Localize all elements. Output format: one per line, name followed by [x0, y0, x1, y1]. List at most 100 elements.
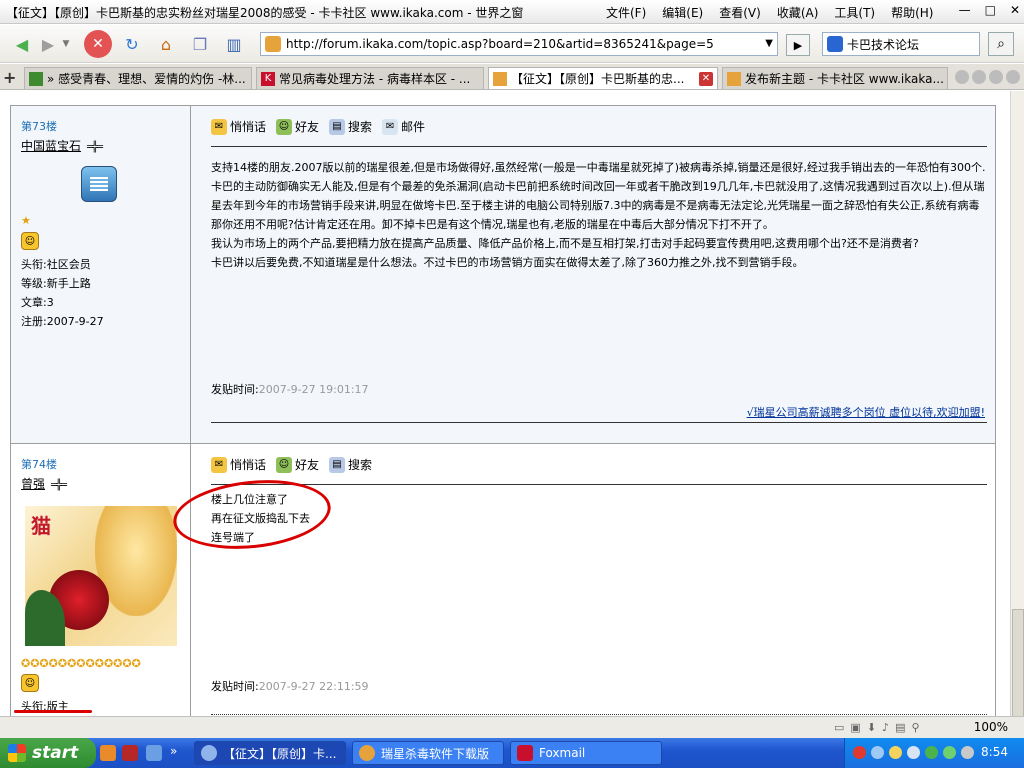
friend-icon: ☺ — [276, 118, 293, 135]
menu-view[interactable]: 查看(V) — [719, 4, 761, 21]
friend-button[interactable]: ☺ 好友 — [276, 456, 319, 473]
user-article-count: 文章:3 — [21, 296, 54, 309]
vertical-scrollbar[interactable] — [1010, 91, 1024, 759]
new-tab-icon[interactable]: + — [3, 68, 16, 87]
back-arrow-icon[interactable]: ◀ — [8, 30, 36, 58]
search-field[interactable]: 卡巴技术论坛 — [822, 32, 980, 56]
address-bar[interactable]: http://forum.ikaka.com/topic.asp?board=2… — [260, 32, 778, 56]
tab-label: 常见病毒处理方法 - 病毒样本区 - ... — [279, 72, 471, 86]
status-bar: ▭ ▣ ⬇ ♪ ▤ ⚲ 100% — [0, 716, 1024, 738]
go-button[interactable]: ▶ — [786, 34, 810, 56]
tab-current-article[interactable]: 【征文】【原创】卡巴斯基的忠... ✕ — [488, 67, 718, 89]
foxmail-icon — [517, 745, 533, 761]
task-foxmail[interactable]: Foxmail — [510, 741, 662, 765]
quicklaunch-desktop-icon[interactable] — [146, 745, 162, 761]
close-tab-icon[interactable]: ✕ — [699, 71, 713, 86]
tray-antivirus-icon[interactable] — [925, 746, 938, 759]
tab-forum-post-1[interactable]: » 感受青春、理想、爱情的灼伤 -林... — [24, 67, 252, 89]
maximize-button[interactable]: □ — [985, 3, 996, 17]
address-dropdown-icon[interactable]: ▼ — [765, 38, 773, 49]
avatar-caption: 猫 — [31, 514, 51, 538]
home-icon[interactable]: ⌂ — [152, 30, 180, 58]
screenshot-icon[interactable]: ▤ — [895, 721, 905, 734]
user-register-date: 注册:2007-9-27 — [21, 315, 104, 328]
divider — [211, 146, 987, 147]
tray-misc-icon[interactable] — [961, 746, 974, 759]
search-doc-icon: ▤ — [329, 456, 346, 473]
whisper-button[interactable]: ✉ 悄悄话 — [211, 118, 266, 135]
quicklaunch-more-icon[interactable]: » — [170, 744, 177, 758]
forum-post: 第74楼 曾强 ═╬═ 猫 ✪✪✪✪✪✪✪✪✪✪✪✪✪ ☺ 头衔:版主 ✉ 悄悄话 … — [10, 443, 996, 716]
task-browser[interactable]: 【征文】【原创】卡... — [194, 741, 346, 765]
task-rising-download[interactable]: 瑞星杀毒软件下载版 — [352, 741, 504, 765]
post-author-panel: 第73楼 中国蓝宝石 ═╬═ ★ ☺ 头衔:社区会员 等级:新手上路 文章:3 注… — [11, 106, 191, 444]
restore-tab-icon[interactable]: ❐ — [186, 30, 214, 58]
tray-status-icon[interactable] — [943, 746, 956, 759]
username-link[interactable]: 曾强 ═╬═ — [21, 475, 67, 492]
search-input[interactable]: 卡巴技术论坛 — [847, 36, 919, 53]
tray-app-icon[interactable] — [853, 746, 866, 759]
whisper-icon: ✉ — [211, 118, 227, 135]
sound-icon[interactable]: ♪ — [882, 721, 889, 734]
menu-tools[interactable]: 工具(T) — [834, 4, 875, 21]
window-titlebar: 【征文】【原创】卡巴斯基的忠实粉丝对瑞星2008的感受 - 卡卡社区 www.i… — [0, 0, 1024, 24]
post-paragraph: 我认为市场上的两个产品,要把精力放在提高产品质量、降低产品价格上,而不是互相打架… — [211, 237, 919, 250]
image-icon[interactable]: ▣ — [850, 721, 860, 734]
windows-logo-icon — [8, 744, 26, 762]
page-icon[interactable]: ▭ — [834, 721, 844, 734]
window-title: 【征文】【原创】卡巴斯基的忠实粉丝对瑞星2008的感受 - 卡卡社区 www.i… — [6, 6, 524, 20]
download-icon[interactable]: ⬇ — [867, 721, 876, 734]
star-rating-icon: ✪✪✪✪✪✪✪✪✪✪✪✪✪ — [21, 657, 141, 670]
close-window-button[interactable]: ✕ — [1010, 3, 1020, 17]
tab-next-icon[interactable] — [989, 70, 1003, 84]
zoom-level[interactable]: 100% — [974, 720, 1008, 734]
user-avatar-icon — [81, 166, 117, 202]
online-status-icon: ═╬═ — [87, 142, 103, 153]
tray-security-icon[interactable] — [889, 746, 902, 759]
post-time: 发贴时间:2007-9-27 22:11:59 — [211, 680, 369, 693]
tab-menu-icon[interactable] — [1006, 70, 1020, 84]
menu-file[interactable]: 文件(F) — [606, 4, 646, 21]
tray-network-icon[interactable] — [871, 746, 884, 759]
mail-icon: ✉ — [382, 118, 399, 135]
star-rating-icon: ★ — [21, 214, 31, 227]
tab-label: 发布新主题 - 卡卡社区 www.ikaka... — [745, 72, 944, 86]
search-posts-button[interactable]: ▤ 搜索 — [329, 456, 372, 473]
refresh-icon[interactable]: ↻ — [118, 30, 146, 58]
tab-list-icon[interactable] — [955, 70, 969, 84]
quicklaunch-app-icon[interactable] — [122, 745, 138, 761]
whisper-button[interactable]: ✉ 悄悄话 — [211, 456, 266, 473]
tab-virus-methods[interactable]: K 常见病毒处理方法 - 病毒样本区 - ... — [256, 67, 484, 89]
tab-bar: + » 感受青春、理想、爱情的灼伤 -林... K 常见病毒处理方法 - 病毒样… — [0, 64, 1024, 90]
menu-favorites[interactable]: 收藏(A) — [777, 4, 819, 21]
friend-button[interactable]: ☺ 好友 — [276, 118, 319, 135]
post-paragraph: 卡巴讲以后要免费,不知道瑞星是什么想法。不过卡巴的市场营销方面实在做得太差了,除… — [211, 256, 804, 269]
zoom-icon[interactable]: ⚲ — [911, 721, 919, 734]
stop-icon[interactable]: ✕ — [84, 30, 112, 58]
tab-new-topic[interactable]: 发布新主题 - 卡卡社区 www.ikaka... — [722, 67, 948, 89]
tab-favicon-icon — [727, 71, 741, 86]
search-posts-button[interactable]: ▤ 搜索 — [329, 118, 372, 135]
tab-prev-icon[interactable] — [972, 70, 986, 84]
mail-button[interactable]: ✉ 邮件 — [382, 118, 425, 135]
username-link[interactable]: 中国蓝宝石 ═╬═ — [21, 137, 103, 154]
signature-link[interactable]: √瑞星公司高薪诚聘多个岗位 虚位以待,欢迎加盟! — [747, 404, 985, 420]
post-time: 发贴时间:2007-9-27 19:01:17 — [211, 383, 369, 396]
address-input[interactable]: http://forum.ikaka.com/topic.asp?board=2… — [286, 37, 714, 51]
status-icons: ▭ ▣ ⬇ ♪ ▤ ⚲ — [834, 721, 920, 734]
search-doc-icon: ▤ — [329, 118, 346, 135]
menu-edit[interactable]: 编辑(E) — [662, 4, 703, 21]
rising-icon — [359, 745, 375, 761]
minimize-button[interactable]: — — [959, 3, 971, 17]
search-button[interactable]: ⌕ — [988, 32, 1014, 56]
search-engine-icon[interactable] — [827, 36, 843, 52]
clock[interactable]: 8:54 — [981, 745, 1008, 759]
history-dropdown-icon[interactable]: ▼ — [58, 30, 74, 58]
floor-number: 第74楼 — [21, 458, 57, 471]
quicklaunch-firefox-icon[interactable] — [100, 745, 116, 761]
menu-help[interactable]: 帮助(H) — [891, 4, 933, 21]
tab-favicon-icon — [493, 71, 507, 86]
tray-volume-icon[interactable] — [907, 746, 920, 759]
favorites-book-icon[interactable]: ▥ — [220, 30, 248, 58]
start-button[interactable]: start — [0, 738, 96, 768]
